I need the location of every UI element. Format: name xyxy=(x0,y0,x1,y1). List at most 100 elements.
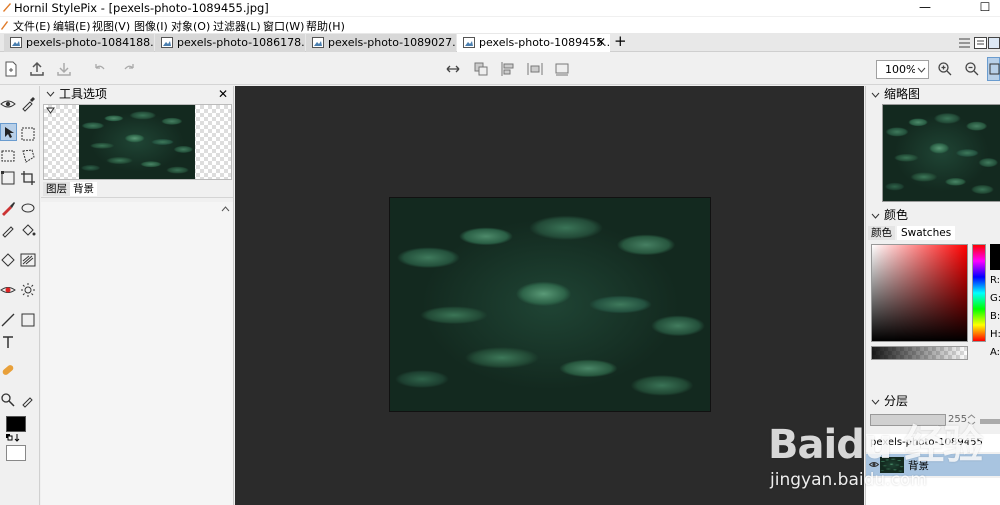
menu-object[interactable]: 对象(O) xyxy=(171,18,210,34)
tab-color[interactable]: 颜色 xyxy=(868,226,895,240)
opacity-slider[interactable] xyxy=(980,419,1000,424)
fill-bucket-icon[interactable] xyxy=(20,222,36,238)
chevron-down-icon[interactable] xyxy=(871,213,880,219)
upload-icon[interactable] xyxy=(29,61,45,77)
new-tab-button[interactable]: + xyxy=(614,33,627,50)
menu-image[interactable]: 图像(I) xyxy=(134,18,168,34)
clone-stamp-icon[interactable] xyxy=(0,222,16,238)
flip-horizontal-icon[interactable] xyxy=(445,61,461,77)
background-color-swatch[interactable] xyxy=(6,445,26,461)
panel-layout-icon[interactable] xyxy=(958,37,971,49)
preview-chevron-icon[interactable] xyxy=(46,107,55,114)
color-gradient-picker[interactable] xyxy=(871,244,968,342)
close-icon[interactable]: ✕ xyxy=(218,86,228,102)
menu-edit[interactable]: 编辑(E) xyxy=(53,18,91,34)
canvas-size-icon[interactable] xyxy=(554,61,570,77)
fit-window-button[interactable] xyxy=(987,57,1000,81)
zoom-out-icon[interactable] xyxy=(964,61,980,77)
view-eye-icon[interactable] xyxy=(0,96,16,112)
layer-visibility-eye-icon[interactable] xyxy=(869,460,879,469)
layer-row-background[interactable]: 背景 xyxy=(866,454,1000,476)
move-tool-button[interactable] xyxy=(0,123,17,141)
layer-file-label: pexels-photo-1089455 xyxy=(870,437,983,448)
redo-icon[interactable] xyxy=(121,61,137,77)
layer-blend-select[interactable] xyxy=(870,414,946,426)
crop-icon[interactable] xyxy=(20,170,36,186)
color-panel-header: 颜色 xyxy=(866,207,1000,224)
tab-close-icon[interactable]: ✕ xyxy=(596,34,606,51)
collapse-chevron-icon[interactable] xyxy=(221,206,230,212)
main-image-canvas[interactable] xyxy=(389,197,711,412)
image-file-icon xyxy=(312,37,324,48)
minimize-button[interactable]: — xyxy=(910,0,940,16)
red-eye-icon[interactable] xyxy=(0,282,16,298)
sun-brightness-icon[interactable] xyxy=(20,282,36,298)
rect-select-icon[interactable] xyxy=(0,148,16,164)
pointer-arrow-icon xyxy=(5,127,14,138)
image-file-icon xyxy=(10,37,22,48)
app-menu-icon[interactable] xyxy=(0,20,9,30)
image-file-icon xyxy=(463,37,475,48)
chevron-down-icon[interactable] xyxy=(871,399,880,405)
tab-background[interactable]: 背景 xyxy=(70,182,97,196)
brush-icon[interactable] xyxy=(0,200,16,216)
align-left-icon[interactable] xyxy=(500,61,516,77)
opacity-value[interactable]: 255 xyxy=(948,414,967,425)
foreground-color-swatch[interactable] xyxy=(6,416,26,432)
undo-icon[interactable] xyxy=(92,61,108,77)
label-g: G: xyxy=(990,293,1000,304)
eraser-icon[interactable] xyxy=(20,200,36,216)
menu-window[interactable]: 窗口(W) xyxy=(263,18,304,34)
color-picker-icon[interactable] xyxy=(20,392,36,408)
arrange-icon[interactable] xyxy=(473,61,489,77)
thumbnail-image[interactable] xyxy=(882,104,1000,202)
hue-slider[interactable] xyxy=(972,244,986,342)
thumbnail-header: 缩略图 xyxy=(866,86,1000,103)
current-color-swatch[interactable] xyxy=(990,244,1000,270)
text-tool-icon[interactable] xyxy=(0,334,16,350)
line-tool-icon[interactable] xyxy=(0,312,16,328)
magnifier-icon[interactable] xyxy=(0,392,16,408)
layers-panel-title: 分层 xyxy=(884,394,909,408)
swap-colors-icon[interactable] xyxy=(5,433,23,442)
tab-document-1[interactable]: pexels-photo-1084188... xyxy=(4,34,154,52)
tab-label: pexels-photo-1089027... xyxy=(328,36,456,49)
panel-grid-icon[interactable] xyxy=(988,37,1000,49)
distribute-icon[interactable] xyxy=(527,61,543,77)
alpha-slider[interactable] xyxy=(871,346,968,360)
tab-document-3[interactable]: pexels-photo-1089027... xyxy=(306,34,456,52)
eyedropper-icon[interactable] xyxy=(20,96,36,112)
menu-filter[interactable]: 过滤器(L) xyxy=(213,18,261,34)
zoom-level-input[interactable]: 100% xyxy=(876,60,916,79)
zoom-dropdown-button[interactable] xyxy=(915,60,929,79)
tab-document-4-active[interactable]: pexels-photo-1089455... ✕ xyxy=(457,34,610,52)
tool-preview-area xyxy=(43,104,232,180)
title-bar: Hornil StylePix - [pexels-photo-1089455.… xyxy=(0,0,1000,16)
tool-options-header: 工具选项 ✕ xyxy=(41,86,233,102)
maximize-button[interactable]: ☐ xyxy=(970,0,1000,16)
chevron-down-icon[interactable] xyxy=(46,91,55,97)
gradient-icon[interactable] xyxy=(20,252,36,268)
lasso-icon[interactable] xyxy=(20,148,36,164)
tab-swatches[interactable]: Swatches xyxy=(897,226,956,240)
dodge-burn-icon[interactable] xyxy=(0,252,16,268)
tab-document-2[interactable]: pexels-photo-1086178... xyxy=(155,34,305,52)
chevron-down-icon[interactable] xyxy=(871,92,880,98)
tab-layer[interactable]: 图层 xyxy=(43,182,70,196)
opacity-stepper-icon[interactable] xyxy=(966,413,977,427)
crop-select-icon[interactable] xyxy=(20,126,36,142)
divider xyxy=(41,197,233,198)
bandage-heal-icon[interactable] xyxy=(0,362,16,378)
new-document-icon[interactable] xyxy=(3,61,19,77)
zoom-in-icon[interactable] xyxy=(937,61,953,77)
layer-file-row[interactable]: pexels-photo-1089455 xyxy=(866,434,1000,452)
menu-view[interactable]: 视图(V) xyxy=(92,18,130,34)
panel-list-icon[interactable] xyxy=(974,37,987,49)
transform-icon[interactable] xyxy=(0,170,16,186)
download-icon[interactable] xyxy=(56,61,72,77)
image-file-icon xyxy=(161,37,173,48)
canvas-area[interactable] xyxy=(235,86,864,505)
menu-file[interactable]: 文件(E) xyxy=(13,18,51,34)
rectangle-shape-icon[interactable] xyxy=(20,312,36,328)
menu-help[interactable]: 帮助(H) xyxy=(306,18,345,34)
